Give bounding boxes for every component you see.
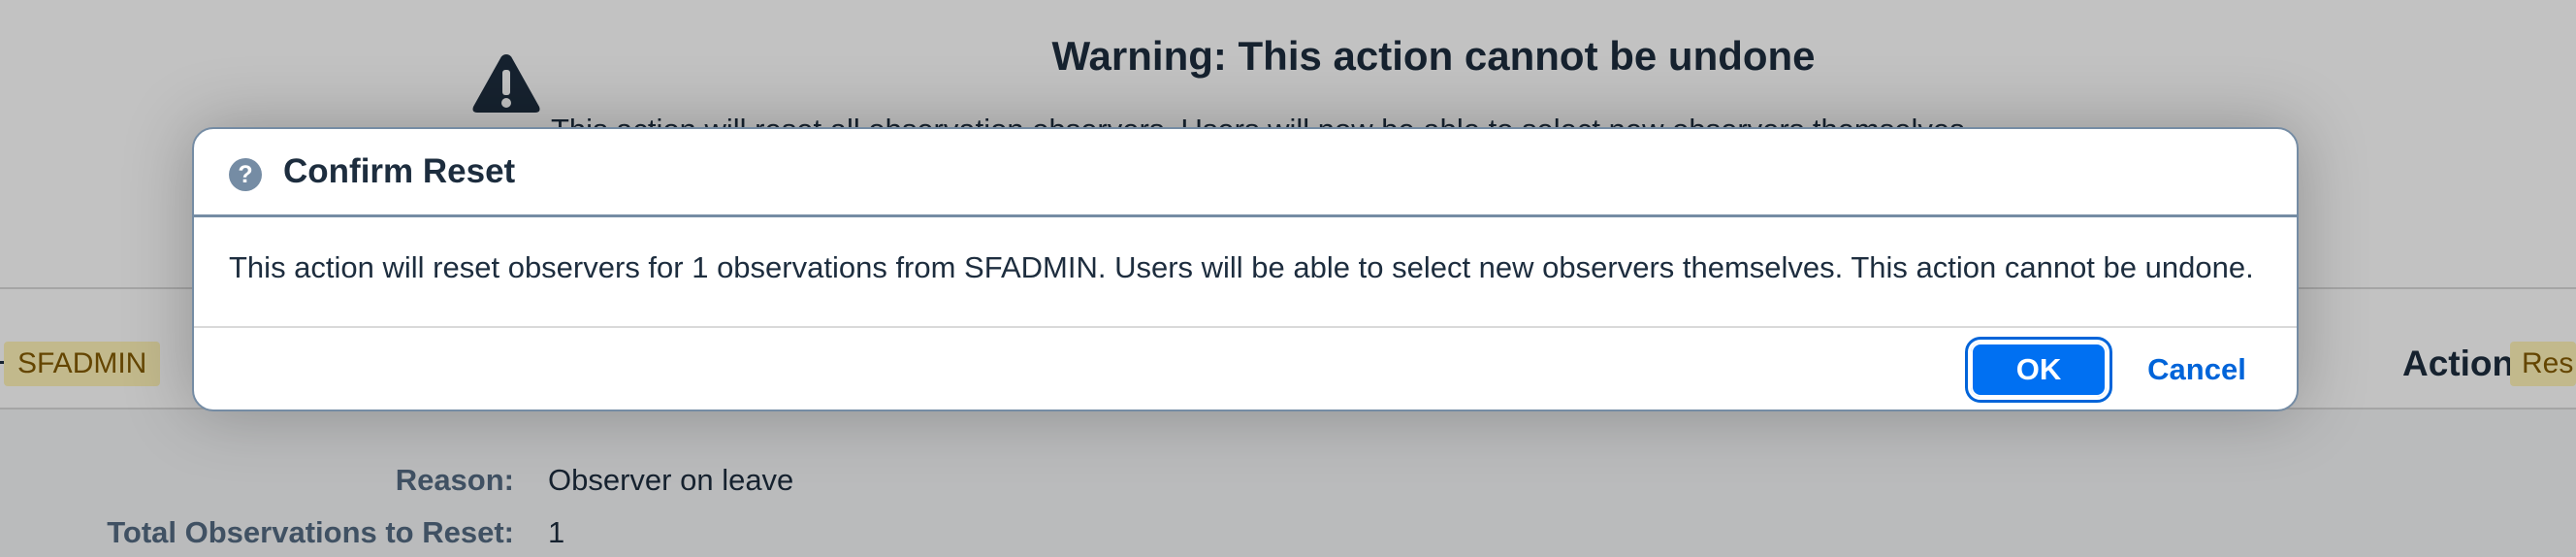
confirm-reset-dialog: ? Confirm Reset This action will reset o… [192,127,2299,411]
dialog-footer: OK Cancel [194,326,2297,410]
ok-button[interactable]: OK [1965,337,2112,403]
dialog-title: Confirm Reset [283,152,516,190]
dialog-message: This action will reset observers for 1 o… [229,250,2254,284]
help-circle-icon: ? [229,158,262,191]
cancel-button[interactable]: Cancel [2134,343,2260,397]
dialog-header: ? Confirm Reset [194,129,2297,217]
